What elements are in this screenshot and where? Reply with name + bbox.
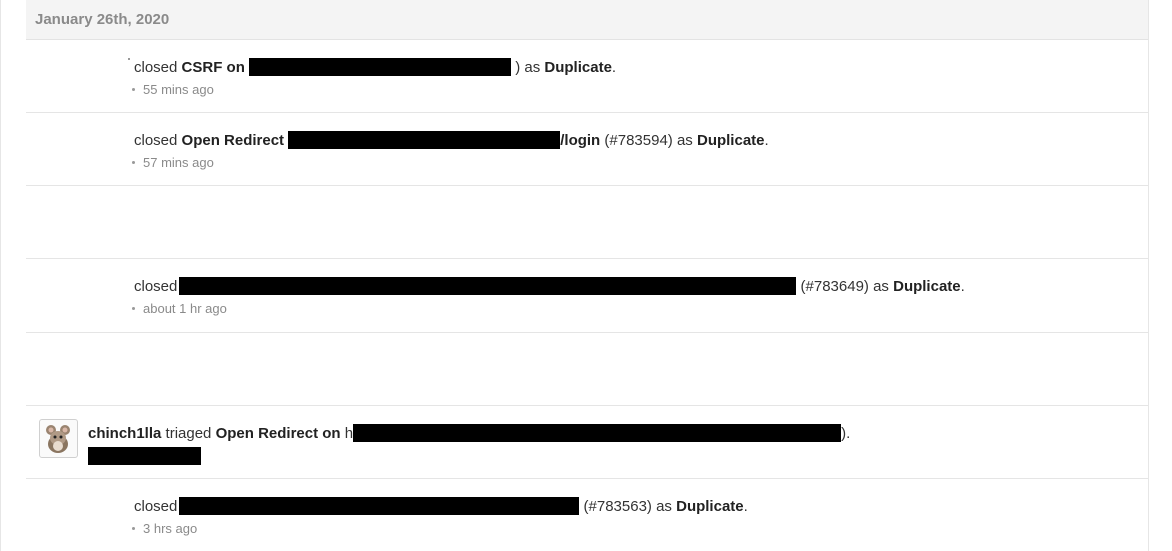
activity-text: closed (#783649) as Duplicate.: [134, 277, 965, 295]
report-title-link[interactable]: Open Redirect: [182, 132, 285, 149]
activity-item: chinch1lla triaged Open Redirect on h).: [26, 406, 1148, 479]
dot-icon: [132, 160, 135, 164]
period: .: [960, 278, 965, 295]
left-border: [0, 0, 1, 551]
redacted-block: [179, 277, 797, 295]
date-label: January 26th, 2020: [35, 11, 170, 28]
period: .: [764, 132, 769, 149]
redacted-block: [353, 424, 842, 442]
verb: triaged: [165, 425, 212, 442]
time-ago-link[interactable]: 55 mins ago: [143, 82, 214, 97]
dot-icon: [132, 526, 135, 530]
status-label: Duplicate: [544, 59, 612, 76]
activity-item: closed (#783563) as Duplicate. 3 hrs ago: [26, 479, 1148, 551]
username-link[interactable]: chinch1lla: [88, 425, 161, 442]
status-label: Duplicate: [676, 498, 744, 515]
dot-icon: [132, 87, 135, 91]
activity-item-empty: [26, 333, 1148, 406]
activity-text: closed (#783563) as Duplicate.: [134, 497, 748, 515]
activity-item: closed (#783649) as Duplicate. about 1 h…: [26, 259, 1148, 333]
period: .: [743, 498, 748, 515]
timestamp: about 1 hr ago: [132, 301, 227, 316]
redacted-block: [88, 447, 201, 465]
report-title-link[interactable]: CSRF on: [182, 59, 245, 76]
timestamp: 55 mins ago: [132, 82, 214, 97]
bullet-icon: [128, 58, 130, 60]
activity-item: closed Open Redirect /login (#783594) as…: [26, 113, 1148, 186]
dot-icon: [132, 306, 135, 310]
redacted-block: [249, 58, 512, 76]
status-label: Duplicate: [696, 132, 765, 149]
verb: closed: [134, 59, 178, 76]
verb: closed: [134, 278, 178, 295]
time-ago-link[interactable]: 57 mins ago: [143, 155, 214, 170]
redacted-block: [288, 131, 561, 149]
date-header: January 26th, 2020: [26, 0, 1148, 40]
path-text: /login: [560, 132, 601, 149]
report-ref: (#783649) as: [800, 278, 889, 295]
activity-text: chinch1lla triaged Open Redirect on h).: [88, 424, 850, 442]
period: .: [611, 59, 617, 76]
time-ago-link[interactable]: about 1 hr ago: [143, 301, 227, 316]
activity-item: closed CSRF on ) as Duplicate. 55 mins a…: [26, 40, 1148, 113]
activity-item-empty: [26, 186, 1148, 259]
period: ).: [841, 425, 851, 442]
time-ago-link[interactable]: 3 hrs ago: [143, 521, 197, 536]
suffix-text: ) as: [515, 59, 541, 76]
report-ref: (#783594) as: [604, 132, 693, 149]
report-title-link[interactable]: Open Redirect on: [216, 425, 341, 442]
right-border: [1148, 0, 1149, 551]
timestamp: 57 mins ago: [132, 155, 214, 170]
status-label: Duplicate: [893, 278, 961, 295]
chinchilla-avatar-icon[interactable]: [39, 419, 78, 458]
report-ref: (#783563) as: [583, 498, 672, 515]
verb: closed: [134, 498, 178, 515]
title-lead-char: h: [344, 425, 354, 442]
activity-text: closed Open Redirect /login (#783594) as…: [134, 131, 769, 149]
activity-text: closed CSRF on ) as Duplicate.: [128, 58, 617, 76]
timestamp: 3 hrs ago: [132, 521, 197, 536]
activity-feed: January 26th, 2020 closed CSRF on ) as D…: [26, 0, 1148, 551]
verb: closed: [134, 132, 178, 149]
redacted-block: [179, 497, 580, 515]
